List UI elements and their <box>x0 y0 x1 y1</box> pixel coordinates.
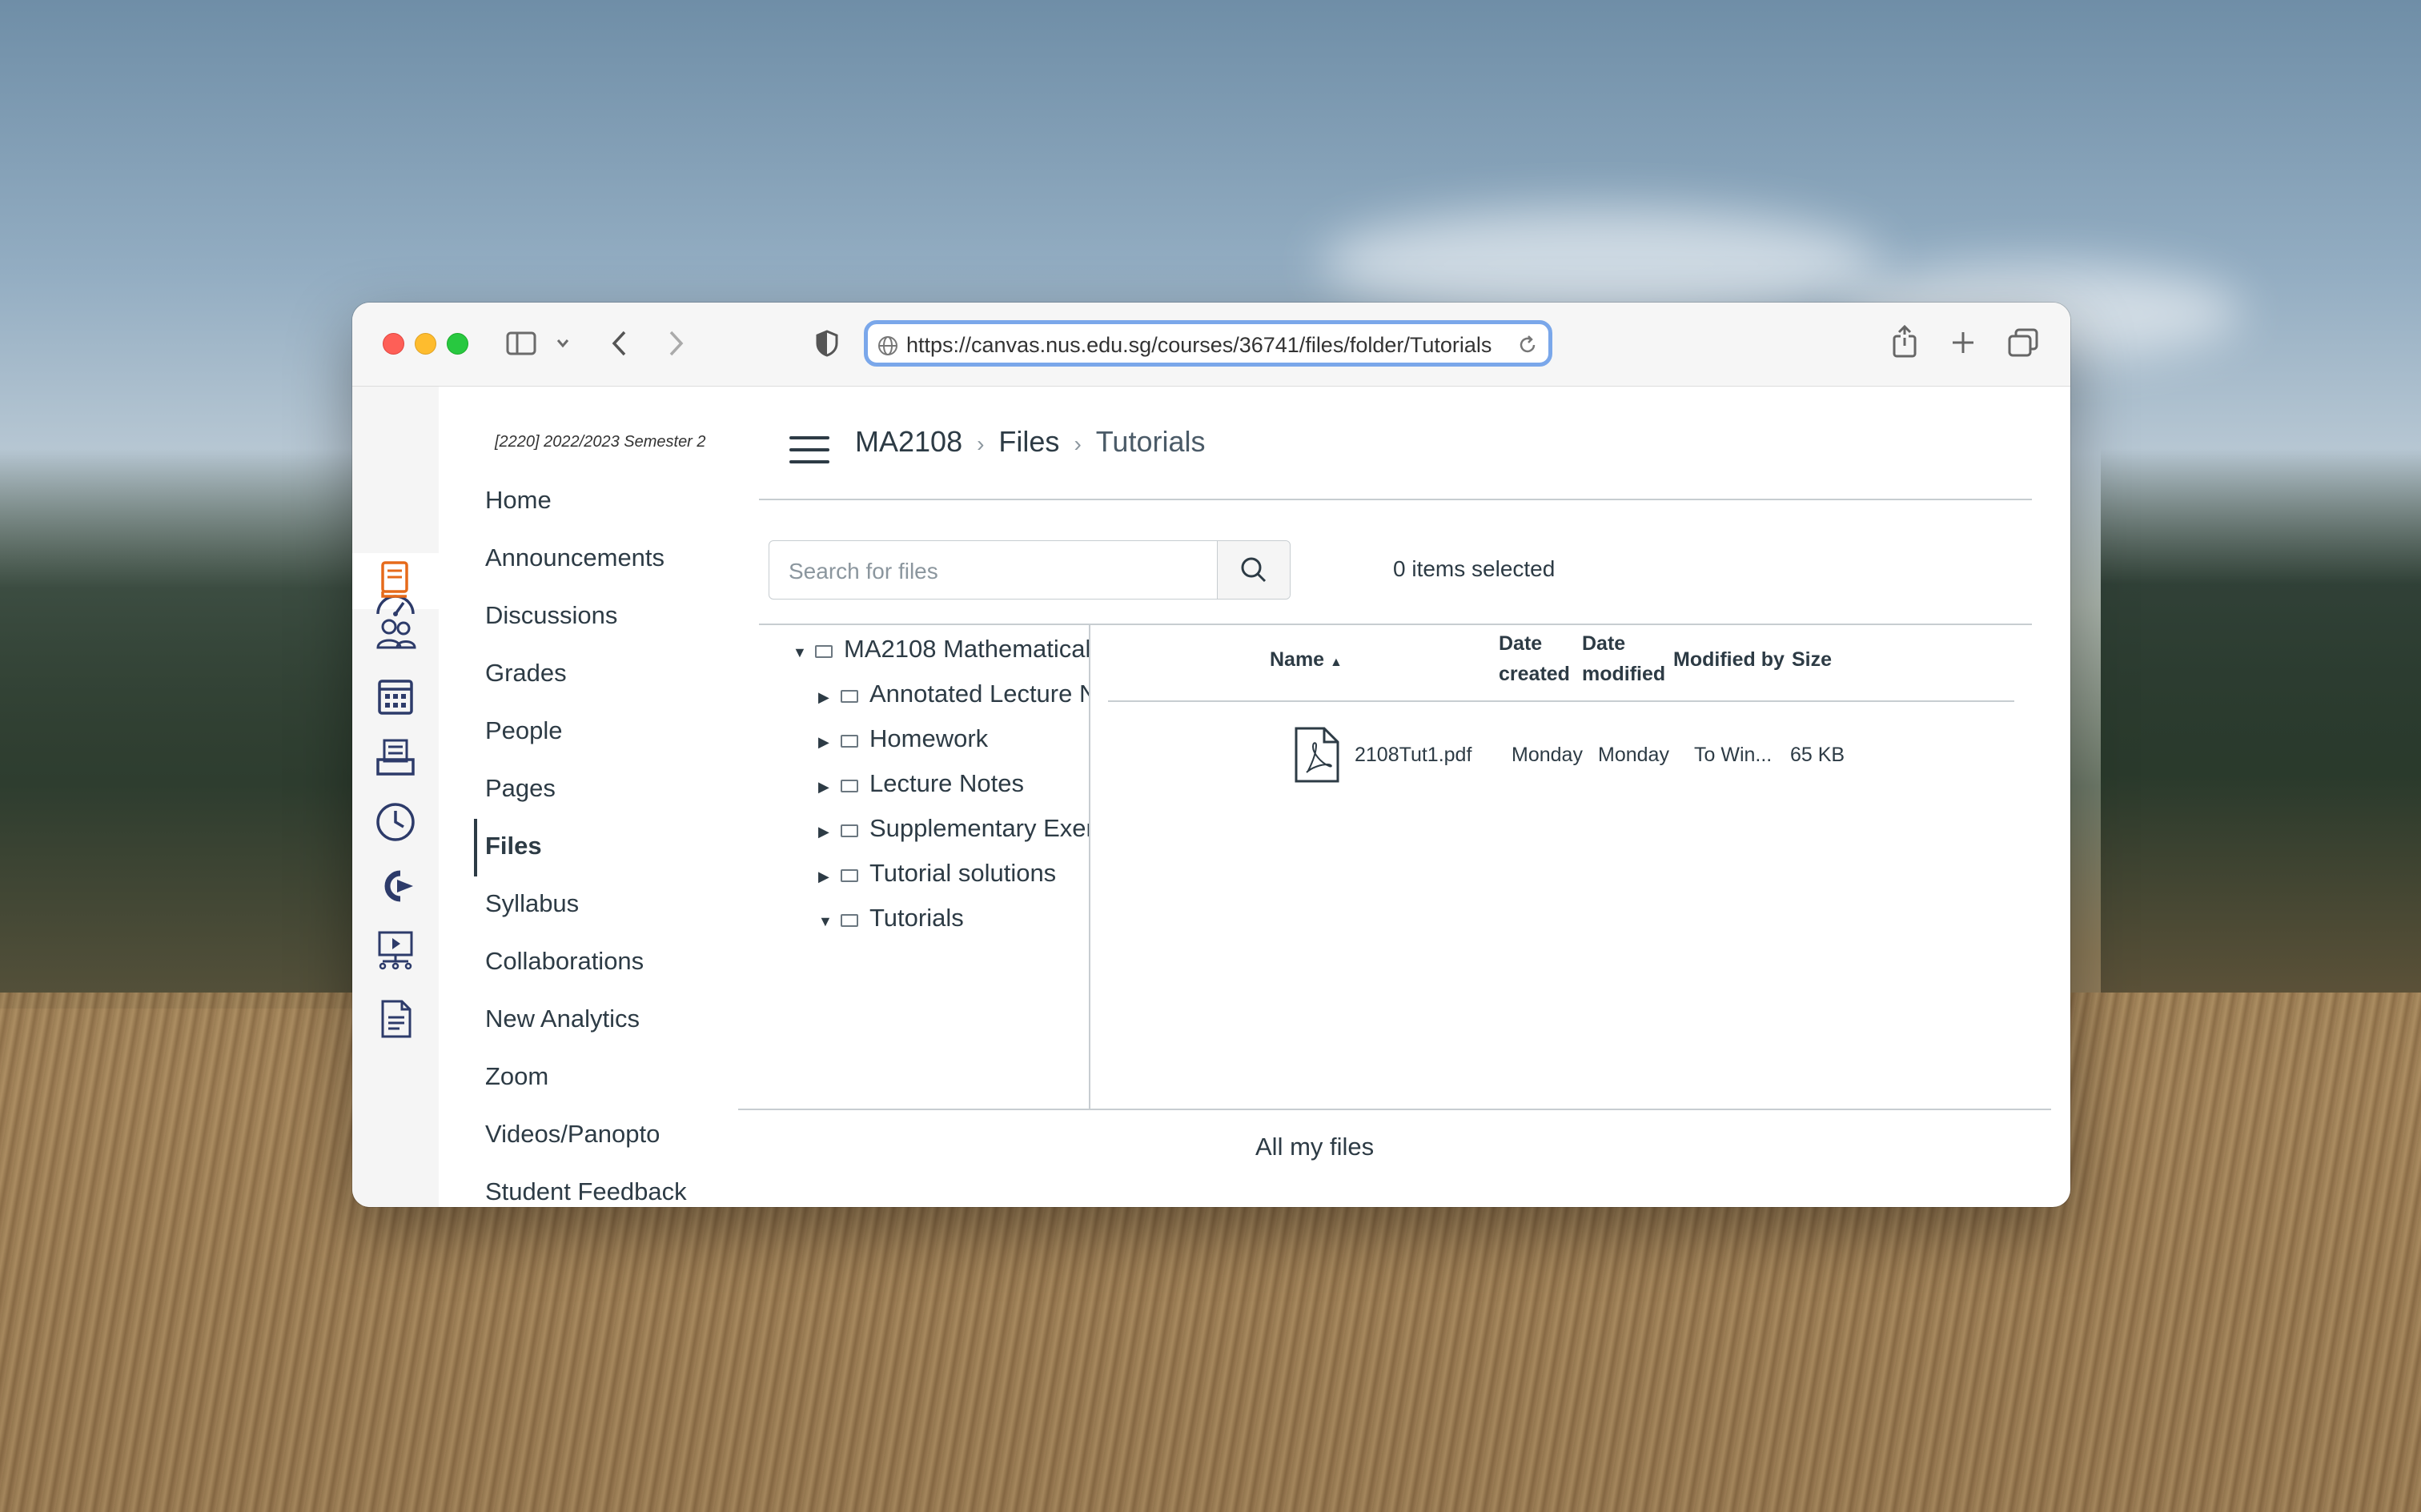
share-icon[interactable] <box>1891 325 1918 359</box>
caret-right-icon[interactable]: ▶ <box>818 824 833 840</box>
reload-icon[interactable] <box>1516 334 1539 356</box>
file-listing: Name ▲ Date created Date modified Modified… <box>1092 627 2014 1067</box>
trees-left <box>0 448 352 1009</box>
hamburger-menu-icon[interactable] <box>789 436 829 463</box>
trees-right <box>2101 448 2421 993</box>
breadcrumb: MA2108 › Files › Tutorials <box>855 425 1205 459</box>
nav-announcements[interactable]: Announcements <box>485 543 664 572</box>
search-files-field[interactable]: Search for files <box>769 540 1291 600</box>
privacy-shield-icon[interactable] <box>815 330 839 357</box>
sort-ascending-icon: ▲ <box>1330 656 1343 669</box>
groups-icon[interactable] <box>373 612 418 657</box>
file-date-created: Monday <box>1512 744 1583 766</box>
folder-icon <box>841 735 858 748</box>
column-date-modified[interactable]: Date modified <box>1582 628 1665 689</box>
nav-zoom[interactable]: Zoom <box>485 1062 548 1091</box>
folder-icon <box>841 690 858 703</box>
file-date-modified: Monday <box>1598 744 1669 766</box>
new-tab-icon[interactable] <box>1950 330 1976 355</box>
active-nav-indicator <box>474 819 477 876</box>
breadcrumb-course[interactable]: MA2108 <box>855 425 962 458</box>
globe-icon <box>878 336 897 355</box>
address-bar[interactable]: https://canvas.nus.edu.sg/courses/36741/… <box>864 320 1552 367</box>
caret-right-icon[interactable]: ▶ <box>818 689 833 706</box>
chevron-down-icon[interactable] <box>556 338 570 349</box>
nav-discussions[interactable]: Discussions <box>485 601 617 630</box>
nav-syllabus[interactable]: Syllabus <box>485 889 579 918</box>
toolbar-divider <box>759 624 2032 625</box>
close-window-button[interactable] <box>383 333 404 355</box>
nav-files[interactable]: Files <box>485 832 542 860</box>
column-modified-by[interactable]: Modified by <box>1673 644 1785 675</box>
history-icon[interactable] <box>373 800 418 844</box>
browser-toolbar: https://canvas.nus.edu.sg/courses/36741/… <box>352 303 2070 387</box>
commons-icon[interactable] <box>373 864 418 908</box>
file-modified-by[interactable]: To Win... <box>1694 744 1772 767</box>
course-navigation: [2220] 2022/2023 Semester 2 Home Announc… <box>439 387 759 1207</box>
file-name-link[interactable]: 2108Tut1.pdf <box>1355 744 1471 767</box>
back-icon[interactable] <box>610 330 629 357</box>
nav-people[interactable]: People <box>485 716 563 745</box>
nav-grades[interactable]: Grades <box>485 659 567 688</box>
all-my-files-link[interactable]: All my files <box>1255 1133 1374 1161</box>
table-header-divider <box>1108 700 2014 702</box>
search-icon <box>1241 557 1267 583</box>
chevron-right-icon: › <box>977 431 985 456</box>
fullscreen-window-button[interactable] <box>447 333 468 355</box>
chevron-right-icon: › <box>1074 431 1082 456</box>
courses-icon[interactable] <box>373 556 418 601</box>
tree-folder[interactable]: ▶ Lecture Notes <box>818 769 1024 798</box>
nav-videos-panopto[interactable]: Videos/Panopto <box>485 1120 660 1149</box>
tree-folder-selected[interactable]: ▼ Tutorials <box>818 904 964 932</box>
items-selected-count: 0 items selected <box>1393 556 1556 581</box>
header-divider <box>759 499 2032 500</box>
breadcrumb-files[interactable]: Files <box>998 425 1059 458</box>
inbox-icon[interactable] <box>373 736 418 780</box>
folder-icon <box>841 780 858 792</box>
file-size: 65 KB <box>1790 744 1845 766</box>
search-input[interactable]: Search for files <box>789 559 938 584</box>
caret-right-icon[interactable]: ▶ <box>818 734 833 751</box>
term-label: [2220] 2022/2023 Semester 2 <box>495 433 706 451</box>
sidebar-toggle-icon[interactable] <box>506 331 536 355</box>
column-size[interactable]: Size <box>1792 644 1832 675</box>
folder-icon <box>815 645 833 658</box>
minimize-window-button[interactable] <box>415 333 436 355</box>
folder-tree: ▼MA2108 Mathematical Analysis ▶Annotated… <box>769 627 1089 1067</box>
nav-collaborations[interactable]: Collaborations <box>485 947 644 976</box>
calendar-icon[interactable] <box>373 673 418 718</box>
studio-icon[interactable] <box>373 928 418 973</box>
url-text[interactable]: https://canvas.nus.edu.sg/courses/36741/… <box>906 333 1492 358</box>
global-nav-rail <box>352 387 439 1207</box>
tree-folder[interactable]: ▶Supplementary Exercises <box>818 814 1089 843</box>
files-main: MA2108 › Files › Tutorials Search for files … <box>738 387 2070 1207</box>
column-name[interactable]: Name ▲ <box>1270 644 1343 678</box>
search-button[interactable] <box>1217 541 1290 599</box>
nav-home[interactable]: Home <box>485 486 552 515</box>
tab-overview-icon[interactable] <box>2008 328 2038 357</box>
folder-icon <box>841 914 858 927</box>
nav-pages[interactable]: Pages <box>485 774 556 803</box>
tree-folder[interactable]: ▶Annotated Lecture Notes <box>818 680 1089 708</box>
caret-down-icon[interactable]: ▼ <box>793 644 807 661</box>
nav-new-analytics[interactable]: New Analytics <box>485 1005 640 1033</box>
pdf-file-icon <box>1295 727 1339 783</box>
tree-root-folder[interactable]: ▼MA2108 Mathematical Analysis <box>793 635 1089 664</box>
forward-icon[interactable] <box>666 330 685 357</box>
help-icon[interactable] <box>373 997 418 1041</box>
caret-down-icon[interactable]: ▼ <box>818 913 833 930</box>
nav-student-feedback[interactable]: Student Feedback <box>485 1177 687 1206</box>
table-row[interactable]: 2108Tut1.pdf Monday Monday To Win... 65 … <box>1092 726 2014 790</box>
caret-right-icon[interactable]: ▶ <box>818 868 833 885</box>
tree-divider <box>1089 625 1090 1109</box>
footer-divider <box>738 1109 2051 1110</box>
folder-icon <box>841 824 858 837</box>
breadcrumb-current: Tutorials <box>1095 425 1206 458</box>
caret-right-icon[interactable]: ▶ <box>818 779 833 796</box>
folder-icon <box>841 869 858 882</box>
tree-folder[interactable]: ▶ Tutorial solutions <box>818 859 1056 888</box>
tree-folder[interactable]: ▶ Homework <box>818 724 988 753</box>
column-date-created[interactable]: Date created <box>1499 628 1570 689</box>
browser-window: https://canvas.nus.edu.sg/courses/36741/… <box>352 303 2070 1207</box>
